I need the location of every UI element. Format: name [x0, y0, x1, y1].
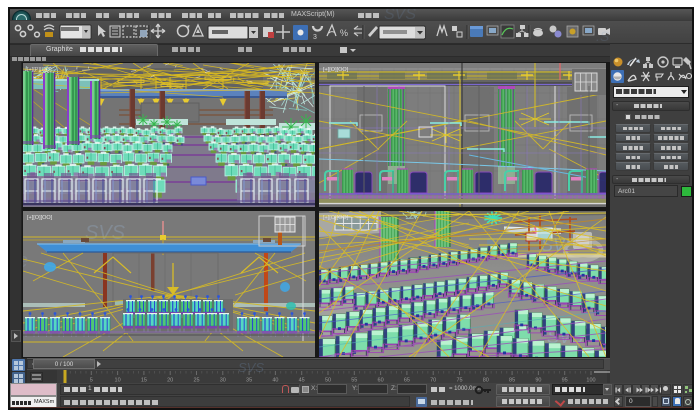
svg-text:3: 3: [313, 34, 317, 41]
svg-text:[+][O][OO]: [+][O][OO]: [323, 67, 349, 73]
svg-text:[+][P][OO]: [+][P][OO]: [27, 67, 52, 73]
svg-text:[+][O][OO]: [+][O][OO]: [27, 215, 53, 221]
svg-text:SVS: SVS: [85, 222, 126, 244]
svg-text:e: e: [23, 250, 28, 272]
svg-text:%: %: [340, 28, 348, 38]
svg-text:[+][O][OO]: [+][O][OO]: [323, 215, 349, 221]
